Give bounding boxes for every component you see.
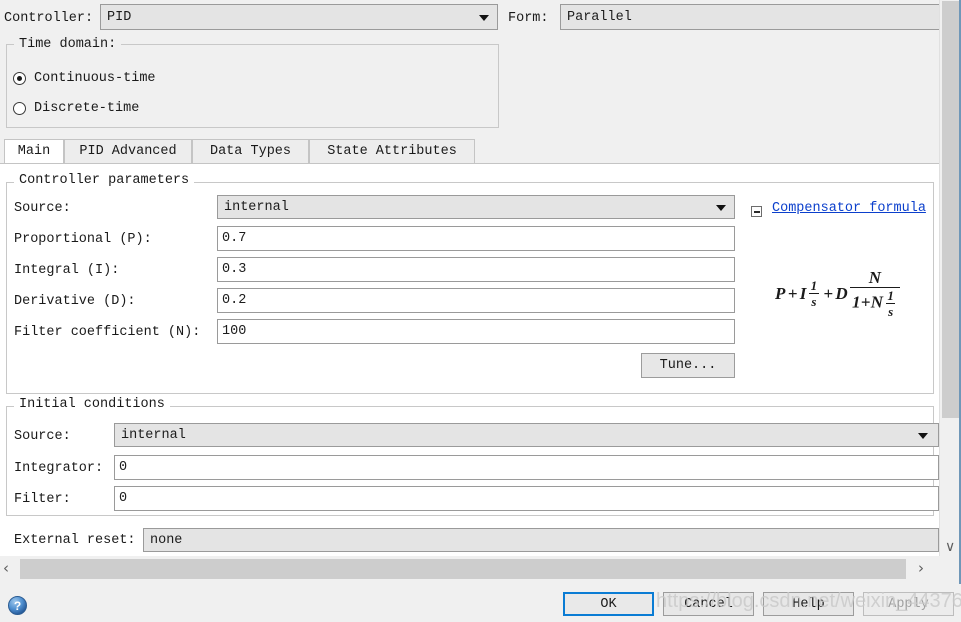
cp-integral-value: 0.3 <box>222 262 247 277</box>
cp-filter-coefficient-label: Filter coefficient (N): <box>14 325 201 340</box>
controller-parameters-title: Controller parameters <box>14 174 195 188</box>
cp-source-dropdown[interactable]: internal <box>217 195 735 219</box>
ic-source-label: Source: <box>14 429 71 444</box>
cancel-button[interactable]: Cancel <box>663 592 754 616</box>
help-button-label: Help <box>792 596 825 612</box>
time-domain-title: Time domain: <box>14 38 122 52</box>
radio-discrete-time-label: Discrete-time <box>34 101 140 116</box>
formula-d-den-inner-fraction: 1s <box>885 289 896 318</box>
vertical-scrollbar-track[interactable] <box>942 418 960 556</box>
scroll-right-icon[interactable]: › <box>918 561 924 576</box>
ic-integrator-label: Integrator: <box>14 461 104 476</box>
ic-source-value: internal <box>121 427 186 443</box>
ic-filter-value: 0 <box>119 491 128 506</box>
formula-d-den-inner-den: s <box>886 303 896 319</box>
compensator-formula: P + I 1 s + D N 1+N 1 s <box>775 269 902 318</box>
formula-plus-2: + <box>823 283 834 303</box>
formula-d-den-inner-num: 1 <box>887 288 895 303</box>
tab-data-types-label: Data Types <box>209 144 291 159</box>
initial-conditions-title: Initial conditions <box>14 398 170 412</box>
ic-integrator-input[interactable]: 0 <box>114 455 939 480</box>
tab-pid-advanced-label: PID Advanced <box>79 144 177 159</box>
cp-derivative-value: 0.2 <box>222 293 247 308</box>
cp-integral-input[interactable]: 0.3 <box>217 257 735 282</box>
formula-d-den-n: N <box>870 292 884 312</box>
cp-proportional-label: Proportional (P): <box>14 232 152 247</box>
vertical-scrollbar[interactable]: ∨ <box>939 0 961 556</box>
formula-integral-fraction: 1 s <box>809 279 820 308</box>
controller-dropdown[interactable]: PID <box>100 4 498 30</box>
help-icon-glyph: ? <box>13 598 22 613</box>
formula-p: P <box>775 283 786 303</box>
tab-pid-advanced[interactable]: PID Advanced <box>64 139 192 163</box>
cancel-button-label: Cancel <box>684 596 733 612</box>
chevron-down-icon <box>479 15 489 21</box>
pid-controller-dialog: Controller: PID Form: Parallel Time doma… <box>0 0 961 622</box>
formula-d-denominator: 1+N 1 s <box>850 287 901 318</box>
ok-button-label: OK <box>600 596 617 612</box>
form-dropdown-value: Parallel <box>567 9 632 25</box>
formula-d-den-prefix: 1+ <box>852 292 871 312</box>
tab-state-attributes-label: State Attributes <box>327 144 457 159</box>
apply-button: Apply <box>863 592 954 616</box>
tune-button[interactable]: Tune... <box>641 353 735 378</box>
external-reset-value: none <box>150 532 183 548</box>
radio-continuous-time-label: Continuous-time <box>34 71 156 86</box>
tab-state-attributes[interactable]: State Attributes <box>309 139 475 163</box>
controller-label: Controller: <box>4 11 94 26</box>
chevron-down-icon <box>918 433 928 439</box>
cp-filter-coefficient-input[interactable]: 100 <box>217 319 735 344</box>
ok-button[interactable]: OK <box>563 592 654 616</box>
formula-d-numerator: N <box>868 268 882 287</box>
ic-integrator-value: 0 <box>119 460 128 475</box>
horizontal-scrollbar-thumb[interactable] <box>20 559 906 579</box>
controller-dropdown-value: PID <box>107 9 132 25</box>
formula-derivative-fraction: N 1+N 1 s <box>850 268 901 318</box>
cp-derivative-label: Derivative (D): <box>14 294 136 309</box>
tune-button-label: Tune... <box>659 358 717 373</box>
tab-data-types[interactable]: Data Types <box>192 139 309 163</box>
scroll-down-icon[interactable]: ∨ <box>945 540 955 554</box>
help-button[interactable]: Help <box>763 592 854 616</box>
radio-continuous-time-indicator[interactable] <box>13 72 26 85</box>
scroll-left-icon[interactable]: ‹ <box>3 561 9 576</box>
collapse-compensator-icon[interactable] <box>751 206 762 217</box>
cp-integral-label: Integral (I): <box>14 263 120 278</box>
cp-source-value: internal <box>224 199 289 215</box>
ic-source-dropdown[interactable]: internal <box>114 423 939 447</box>
apply-button-label: Apply <box>888 596 929 612</box>
ic-filter-label: Filter: <box>14 492 71 507</box>
ic-filter-input[interactable]: 0 <box>114 486 939 511</box>
radio-discrete-time-indicator[interactable] <box>13 102 26 115</box>
tab-bar: Main PID Advanced Data Types State Attri… <box>0 139 961 164</box>
external-reset-label: External reset: <box>14 533 136 548</box>
cp-source-label: Source: <box>14 201 71 216</box>
form-dropdown[interactable]: Parallel <box>560 4 959 30</box>
radio-discrete-time[interactable]: Discrete-time <box>13 101 139 116</box>
formula-d: D <box>835 283 848 303</box>
formula-i-denominator: s <box>809 293 819 309</box>
top-parameter-band: Controller: PID Form: Parallel <box>0 0 961 35</box>
formula-i-numerator: 1 <box>810 278 818 293</box>
form-label: Form: <box>508 11 549 26</box>
chevron-down-icon <box>716 205 726 211</box>
external-reset-dropdown[interactable]: none <box>143 528 939 552</box>
tab-main[interactable]: Main <box>4 139 64 164</box>
cp-filter-coefficient-value: 100 <box>222 324 247 339</box>
horizontal-scrollbar[interactable]: ‹ › <box>0 556 939 584</box>
dialog-button-bar: OK Cancel Help Apply <box>0 584 961 622</box>
radio-continuous-time[interactable]: Continuous-time <box>13 71 156 86</box>
formula-plus-1: + <box>787 283 798 303</box>
tab-content-panel: Controller parameters Source: internal P… <box>0 163 939 557</box>
vertical-scrollbar-thumb[interactable] <box>942 1 960 418</box>
compensator-formula-link[interactable]: Compensator formula <box>772 201 926 216</box>
help-icon[interactable]: ? <box>8 596 27 615</box>
tab-main-label: Main <box>17 144 51 159</box>
formula-i: I <box>799 283 807 303</box>
cp-proportional-value: 0.7 <box>222 231 247 246</box>
cp-proportional-input[interactable]: 0.7 <box>217 226 735 251</box>
cp-derivative-input[interactable]: 0.2 <box>217 288 735 313</box>
